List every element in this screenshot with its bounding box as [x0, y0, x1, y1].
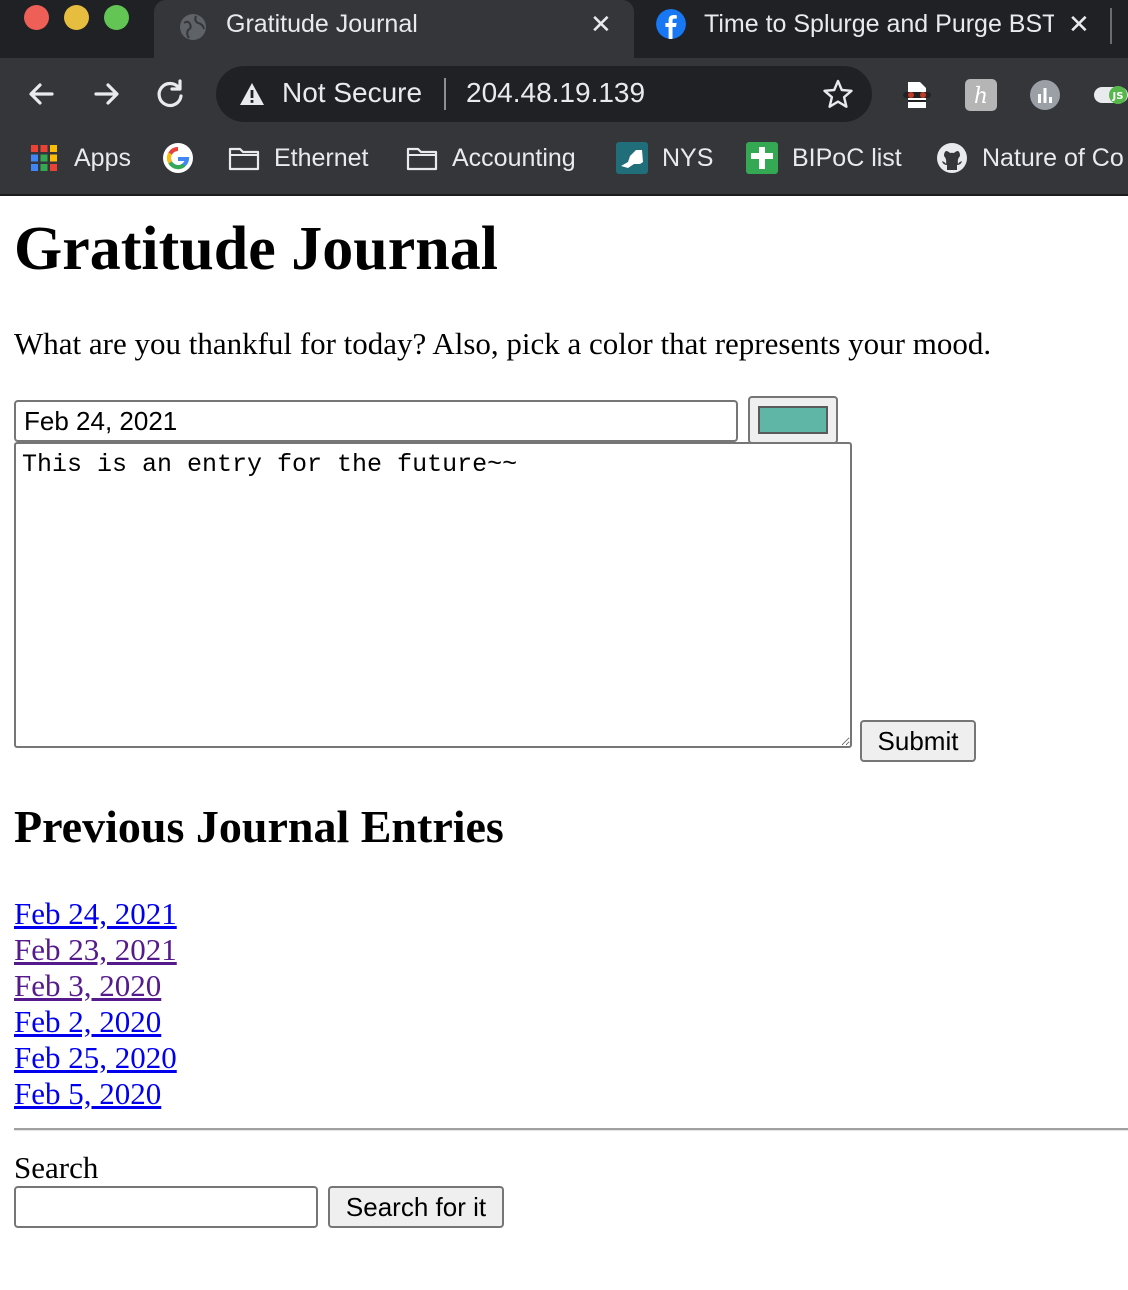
search-label: Search — [14, 1150, 99, 1185]
bookmark-label: BIPoC list — [792, 143, 902, 172]
svg-text:JS: JS — [1112, 91, 1124, 102]
svg-text:h: h — [974, 84, 988, 109]
analytics-extension-icon[interactable] — [1028, 78, 1062, 112]
chrome-divider — [0, 194, 1128, 196]
honey-extension-icon[interactable]: h — [964, 78, 998, 112]
url-text[interactable]: 204.48.19.139 — [466, 77, 645, 109]
browser-chrome: Gratitude Journal ✕ Time to Splurge and … — [0, 0, 1128, 196]
bookmark-star-icon[interactable] — [822, 78, 854, 110]
window-minimize-button[interactable] — [64, 5, 89, 30]
entry-link[interactable]: Feb 5, 2020 — [14, 1076, 161, 1112]
globe-icon — [180, 14, 206, 40]
window-zoom-button[interactable] — [104, 5, 129, 30]
security-status[interactable]: Not Secure — [282, 77, 422, 109]
reload-icon[interactable] — [150, 74, 190, 114]
facebook-icon — [656, 9, 686, 39]
search-input[interactable] — [14, 1186, 318, 1228]
tab-close-icon[interactable]: ✕ — [590, 10, 612, 40]
tab-gratitude-journal[interactable]: Gratitude Journal ✕ — [154, 0, 634, 58]
bookmark-accounting[interactable]: Accounting — [406, 138, 576, 178]
entry-link[interactable]: Feb 2, 2020 — [14, 1004, 161, 1040]
address-divider — [444, 78, 446, 110]
google-icon — [163, 143, 193, 173]
bookmark-nys[interactable]: NYS — [616, 138, 713, 178]
back-icon[interactable] — [22, 74, 62, 114]
bookmark-ethernet[interactable]: Ethernet — [228, 138, 369, 178]
window-close-button[interactable] — [24, 5, 49, 30]
tab-facebook[interactable]: Time to Splurge and Purge BST ✕ — [640, 0, 1110, 48]
date-field[interactable] — [14, 400, 738, 442]
tab-separator — [1110, 8, 1112, 44]
entries-heading: Previous Journal Entries — [14, 801, 504, 852]
folder-icon — [228, 147, 260, 171]
bookmark-label: Accounting — [452, 143, 576, 172]
apps-grid-icon — [31, 145, 57, 171]
horizontal-rule — [14, 1128, 1128, 1131]
tab-title: Time to Splurge and Purge BST — [704, 10, 1054, 38]
bookmark-label: Ethernet — [274, 143, 369, 172]
js-toggle-extension-icon[interactable]: JS — [1092, 78, 1128, 112]
bookmark-bipoc-list[interactable]: BIPoC list — [746, 138, 902, 178]
bookmark-apps[interactable]: Apps — [28, 138, 131, 178]
journal-prompt: What are you thankful for today? Also, p… — [14, 326, 992, 361]
sheets-plus-icon — [746, 142, 778, 174]
tab-strip: Gratitude Journal ✕ Time to Splurge and … — [0, 0, 1128, 58]
github-icon — [937, 143, 967, 173]
page-title: Gratitude Journal — [14, 215, 498, 283]
nys-icon — [616, 142, 648, 174]
folder-icon — [406, 147, 438, 171]
tab-title: Gratitude Journal — [226, 10, 418, 38]
bookmark-label: Apps — [74, 143, 131, 172]
bookmark-label: Nature of Co — [982, 143, 1124, 172]
forward-icon[interactable] — [86, 74, 126, 114]
incognito-extension-icon[interactable] — [900, 78, 934, 112]
bookmark-nature-of-code[interactable]: Nature of Co — [936, 138, 1124, 178]
journal-entry-textarea[interactable] — [14, 442, 852, 748]
bookmark-google[interactable] — [162, 138, 194, 178]
mood-color-swatch — [758, 406, 828, 434]
mood-color-picker[interactable] — [748, 396, 838, 444]
submit-button[interactable]: Submit — [860, 720, 976, 762]
search-button[interactable]: Search for it — [328, 1186, 504, 1228]
address-bar[interactable]: Not Secure 204.48.19.139 — [216, 66, 872, 122]
entry-link[interactable]: Feb 23, 2021 — [14, 932, 177, 968]
entry-link[interactable]: Feb 3, 2020 — [14, 968, 161, 1004]
entry-link[interactable]: Feb 25, 2020 — [14, 1040, 177, 1076]
entry-link[interactable]: Feb 24, 2021 — [14, 896, 177, 932]
tab-close-icon[interactable]: ✕ — [1068, 10, 1090, 40]
warning-icon[interactable] — [238, 80, 266, 108]
bookmark-label: NYS — [662, 143, 714, 172]
